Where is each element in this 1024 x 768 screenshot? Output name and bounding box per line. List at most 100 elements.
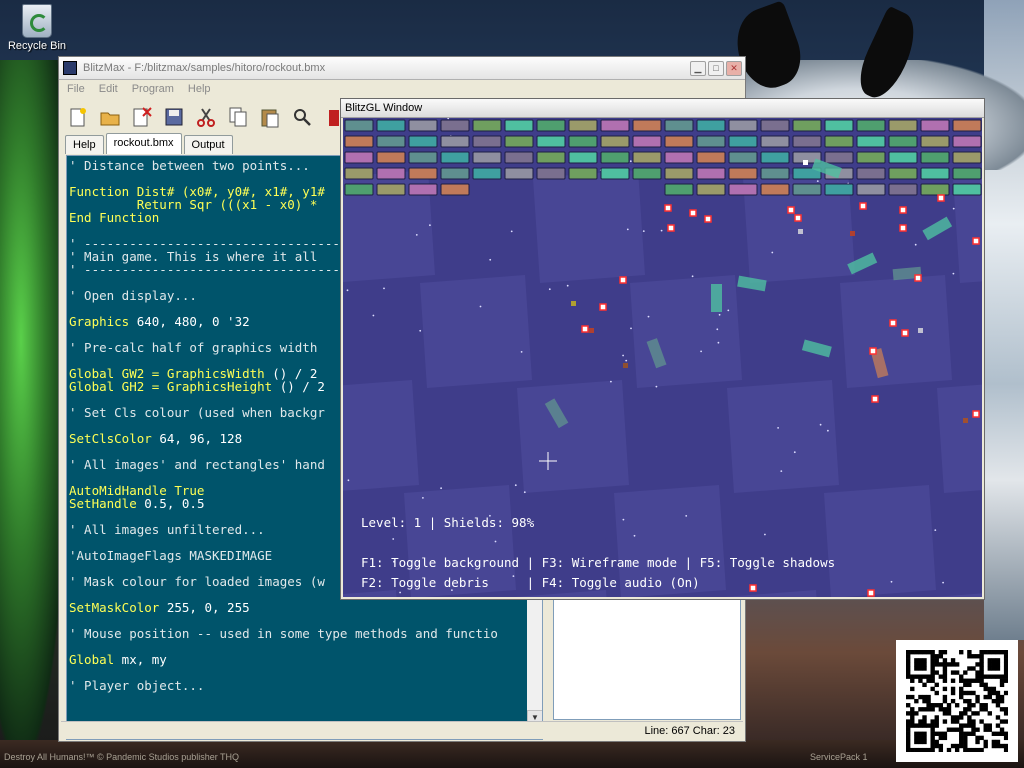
ide-titlebar[interactable]: BlitzMax - F:/blitzmax/samples/hitoro/ro… — [59, 57, 745, 80]
spark — [918, 328, 923, 333]
qr-module — [991, 686, 997, 692]
hud-help-line-1: F1: Toggle background | F3: Wireframe mo… — [361, 555, 836, 570]
qr-module — [906, 670, 911, 675]
qr-module — [934, 739, 939, 745]
star — [566, 284, 569, 287]
new-file-button[interactable] — [65, 104, 91, 130]
qr-module — [971, 719, 976, 724]
qr-module — [963, 735, 968, 741]
code-line[interactable]: Global mx, my — [69, 653, 542, 666]
star — [914, 243, 917, 246]
qr-module — [959, 686, 964, 692]
qr-module — [926, 707, 931, 712]
recycle-bin[interactable]: Recycle Bin — [6, 4, 68, 52]
menu-help[interactable]: Help — [188, 83, 211, 95]
brick — [664, 151, 694, 164]
close-button[interactable]: ✕ — [726, 60, 742, 76]
star — [622, 518, 625, 521]
qr-module — [946, 662, 952, 667]
qr-module — [914, 739, 919, 745]
paste-button[interactable] — [257, 104, 283, 130]
find-button[interactable] — [289, 104, 315, 130]
maximize-button[interactable]: □ — [708, 60, 724, 76]
find-icon — [294, 109, 311, 126]
brick — [760, 119, 790, 132]
star — [429, 224, 431, 227]
qr-module — [995, 690, 1001, 696]
qr-module — [995, 743, 1001, 749]
open-button[interactable] — [97, 104, 123, 130]
star — [440, 487, 442, 490]
brick — [920, 151, 950, 164]
brick — [888, 183, 918, 196]
status-bar: Line: 667 Char: 23 — [61, 721, 743, 739]
game-canvas[interactable]: Level: 1 | Shields: 98% F1: Toggle backg… — [343, 118, 982, 597]
star — [479, 305, 482, 308]
qr-module — [963, 739, 968, 745]
qr-module — [946, 747, 952, 752]
spark — [963, 418, 968, 423]
qr-module — [950, 719, 956, 724]
copy-button[interactable] — [225, 104, 251, 130]
star — [890, 580, 893, 583]
star — [514, 484, 517, 487]
brick — [408, 167, 438, 180]
tab-rockout[interactable]: rockout.bmx — [105, 133, 182, 154]
qr-module — [918, 735, 923, 741]
cut-icon — [197, 108, 215, 127]
qr-module — [979, 678, 984, 683]
brick — [632, 135, 662, 148]
star — [626, 228, 629, 231]
qr-module — [959, 727, 964, 732]
qr-module — [914, 735, 919, 741]
menu-edit[interactable]: Edit — [99, 83, 118, 95]
qr-module — [942, 678, 948, 683]
qr-module — [934, 682, 939, 688]
code-line[interactable]: SetMaskColor 255, 0, 255 — [69, 601, 542, 614]
qr-module — [954, 719, 960, 724]
qr-module — [918, 658, 923, 663]
menu-program[interactable]: Program — [132, 83, 174, 95]
qr-module — [926, 694, 931, 700]
qr-module — [963, 731, 968, 736]
qr-module — [959, 723, 964, 728]
cut-button[interactable] — [193, 104, 219, 130]
star — [642, 230, 645, 232]
qr-module — [999, 682, 1005, 688]
close-file-button[interactable] — [129, 104, 155, 130]
brick — [344, 135, 374, 148]
qr-module — [979, 670, 984, 675]
brick — [600, 135, 630, 148]
qr-module — [922, 658, 927, 663]
qr-module — [983, 743, 988, 749]
ball — [794, 214, 802, 222]
qr-module — [930, 739, 935, 745]
tab-output[interactable]: Output — [183, 135, 233, 154]
minimize-button[interactable]: ▁ — [690, 60, 706, 76]
tab-help[interactable]: Help — [65, 135, 104, 154]
brick — [536, 167, 566, 180]
qr-module — [975, 674, 980, 679]
star — [419, 329, 422, 332]
qr-code — [896, 640, 1018, 762]
brick — [344, 151, 374, 164]
menu-file[interactable]: File — [67, 83, 85, 95]
brick — [888, 135, 918, 148]
star — [629, 160, 632, 163]
qr-module — [942, 719, 948, 724]
qr-module — [930, 658, 935, 663]
qr-module — [987, 694, 992, 700]
qr-module — [938, 731, 944, 736]
game-titlebar[interactable]: BlitzGL Window — [341, 99, 984, 118]
code-line[interactable]: ' Player object... — [69, 679, 542, 692]
qr-module — [995, 715, 1001, 720]
brick — [696, 119, 726, 132]
code-line[interactable]: ' Mouse position -- used in some type me… — [69, 627, 542, 640]
ball — [871, 395, 879, 403]
qr-module — [999, 743, 1005, 749]
qr-module — [967, 666, 972, 671]
save-button[interactable] — [161, 104, 187, 130]
qr-module — [967, 723, 972, 728]
brick — [696, 151, 726, 164]
qr-module — [914, 662, 919, 667]
